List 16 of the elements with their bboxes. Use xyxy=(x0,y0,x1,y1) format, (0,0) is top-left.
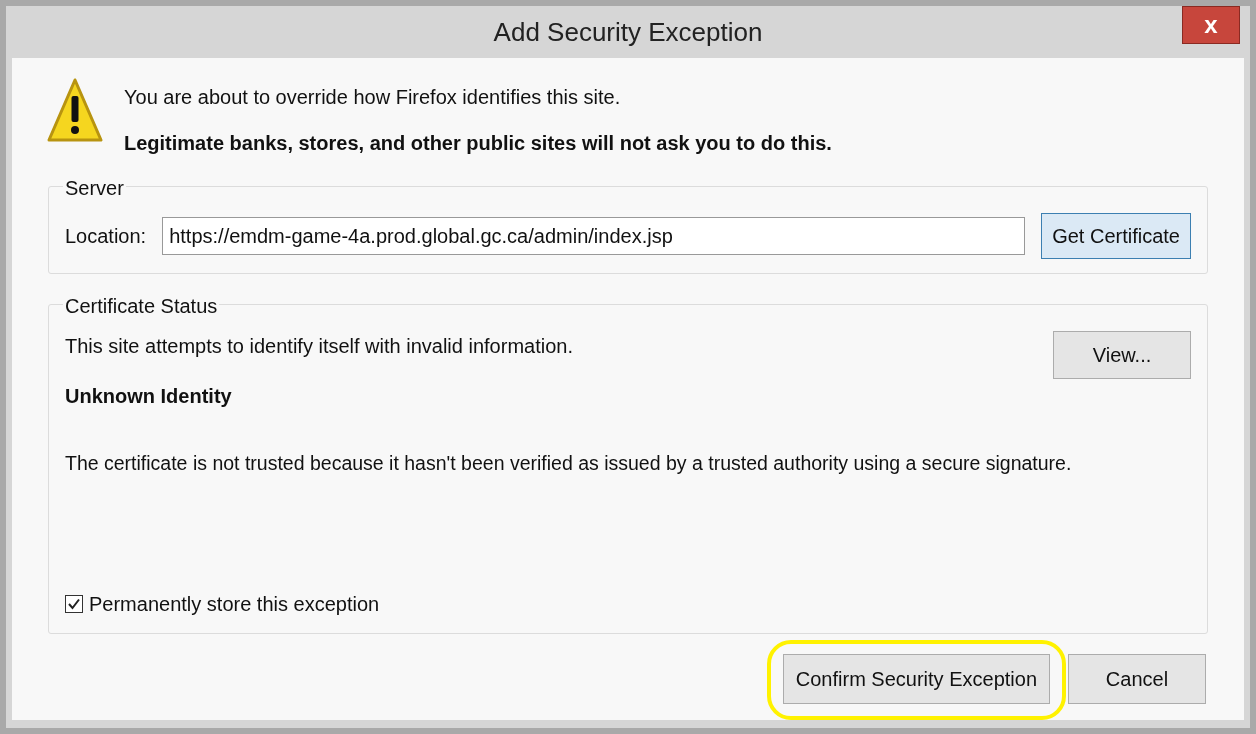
location-field[interactable]: https://emdm-game-4a.prod.global.gc.ca/admin/index.jsp xyxy=(162,217,1026,255)
status-heading: Unknown Identity xyxy=(65,384,233,409)
check-icon xyxy=(67,597,81,611)
dialog-button[interactable]: Cancel xyxy=(1068,654,1206,704)
status-detail: The certificate is not trusted because it hasn't been verified as issued by a trusted authority using a secure signature. xyxy=(65,451,1073,476)
warning-text: You are about to override how Firefox identifies this site. xyxy=(124,85,622,110)
get-certificate-button[interactable]: Get Certificate xyxy=(1041,213,1191,259)
checkbox[interactable] xyxy=(65,595,83,613)
status-summary: This site attempts to identify itself with invalid information. xyxy=(65,334,573,359)
location-label: Location: xyxy=(65,224,147,249)
checkbox-label: Permanently store this exception xyxy=(89,592,380,617)
dialog-button[interactable]: Confirm Security Exception xyxy=(782,654,1050,704)
window-title: Add Security Exception xyxy=(493,15,763,49)
close-button[interactable]: x xyxy=(1182,6,1240,44)
view-button[interactable]: View... xyxy=(1053,331,1191,379)
warning-emphasis: Legitimate banks, stores, and other public sites will not ask you to do this. xyxy=(124,131,832,156)
